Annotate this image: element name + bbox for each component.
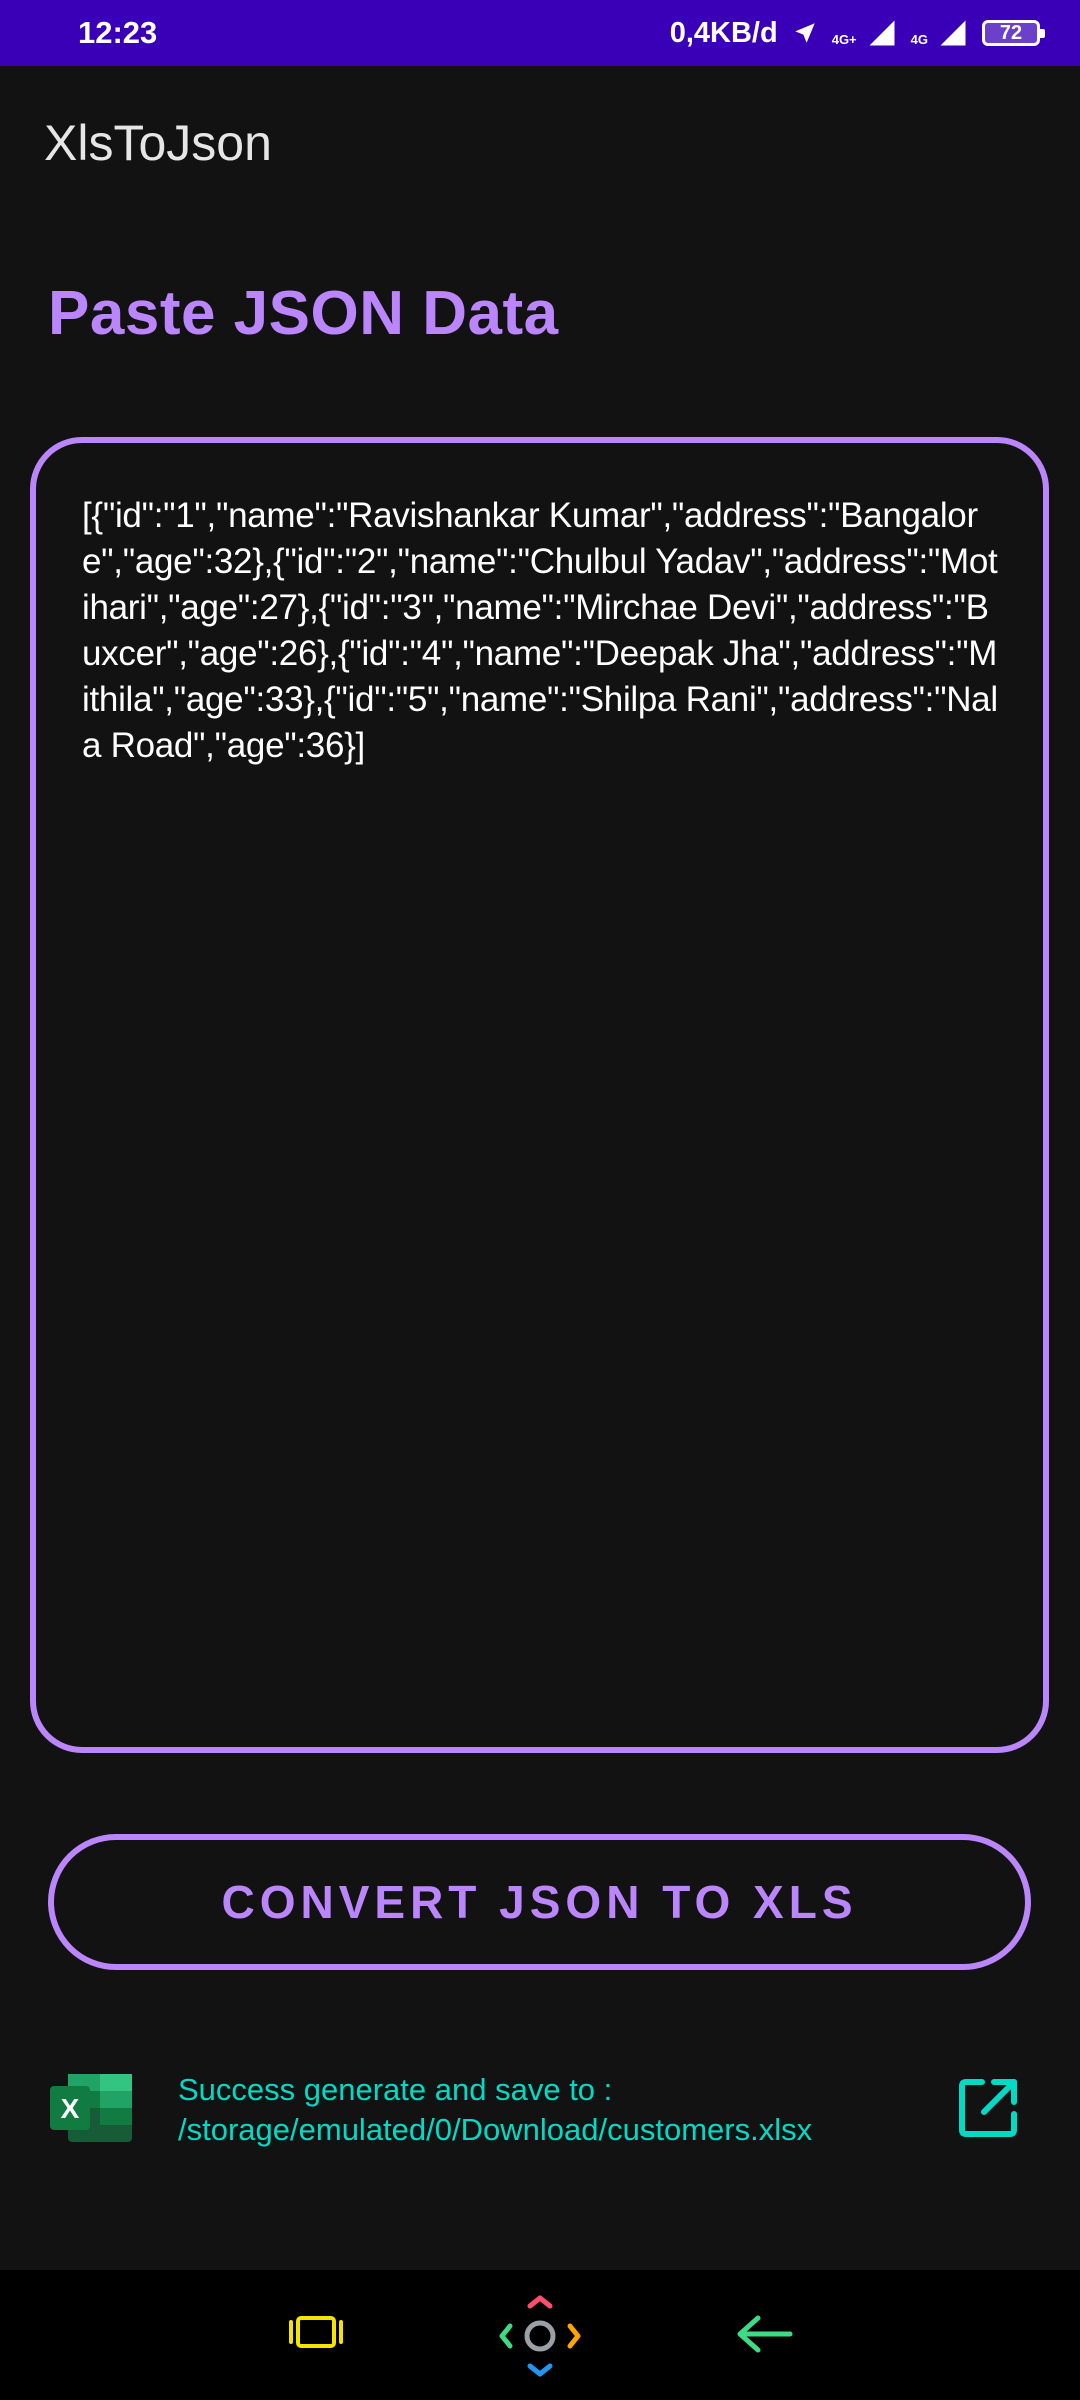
status-icons: 0,4KB/d 4G+ 4G 72 bbox=[669, 16, 1045, 50]
status-bar: 12:23 0,4KB/d 4G+ 4G 72 bbox=[0, 0, 1080, 66]
result-message: Success generate and save to : /storage/… bbox=[178, 2072, 813, 2147]
network-type-label-2: 4G bbox=[910, 31, 928, 47]
open-in-new-icon[interactable] bbox=[956, 2076, 1020, 2140]
app-title: XlsToJson bbox=[44, 115, 272, 171]
convert-json-to-xls-button[interactable]: CONVERT JSON TO XLS bbox=[48, 1834, 1031, 1970]
status-time: 12:23 bbox=[78, 15, 158, 50]
battery-icon: 72 bbox=[982, 20, 1045, 46]
signal-strength-icon-2 bbox=[940, 20, 966, 46]
data-rate: 0,4KB/d bbox=[669, 16, 778, 49]
json-input-text[interactable]: [{"id":"1","name":"Ravishankar Kumar","a… bbox=[82, 493, 999, 769]
navigation-bar bbox=[0, 2270, 1080, 2400]
recents-icon[interactable] bbox=[288, 2314, 344, 2350]
location-arrow-icon bbox=[794, 23, 815, 43]
network-type-label: 4G+ bbox=[831, 31, 857, 47]
home-icon[interactable] bbox=[496, 2292, 584, 2380]
excel-icon-letter: X bbox=[61, 2093, 80, 2124]
back-icon[interactable] bbox=[734, 2312, 794, 2356]
signal-strength-icon bbox=[869, 20, 895, 46]
excel-file-icon: X bbox=[50, 2074, 132, 2142]
json-input[interactable]: [{"id":"1","name":"Ravishankar Kumar","a… bbox=[30, 437, 1049, 1753]
section-title: Paste JSON Data bbox=[48, 279, 559, 348]
battery-level: 72 bbox=[999, 21, 1023, 44]
